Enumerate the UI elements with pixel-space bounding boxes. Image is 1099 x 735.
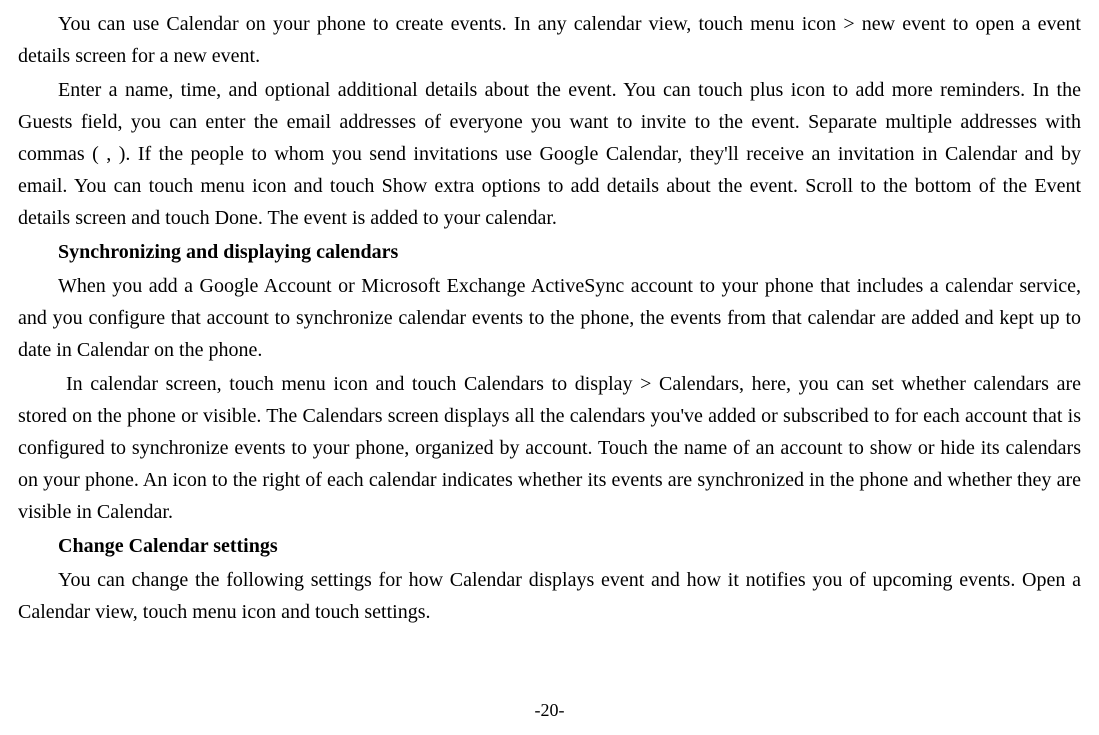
paragraph-calendar-display: In calendar screen, touch menu icon and … — [18, 368, 1081, 528]
document-content: You can use Calendar on your phone to cr… — [18, 8, 1081, 628]
page-number: -20- — [0, 696, 1099, 725]
paragraph-sync-account: When you add a Google Account or Microso… — [18, 270, 1081, 366]
heading-sync-calendars: Synchronizing and displaying calendars — [18, 236, 1081, 268]
paragraph-change-settings: You can change the following settings fo… — [18, 564, 1081, 628]
paragraph-event-details: Enter a name, time, and optional additio… — [18, 74, 1081, 234]
heading-change-settings: Change Calendar settings — [18, 530, 1081, 562]
paragraph-create-events: You can use Calendar on your phone to cr… — [18, 8, 1081, 72]
